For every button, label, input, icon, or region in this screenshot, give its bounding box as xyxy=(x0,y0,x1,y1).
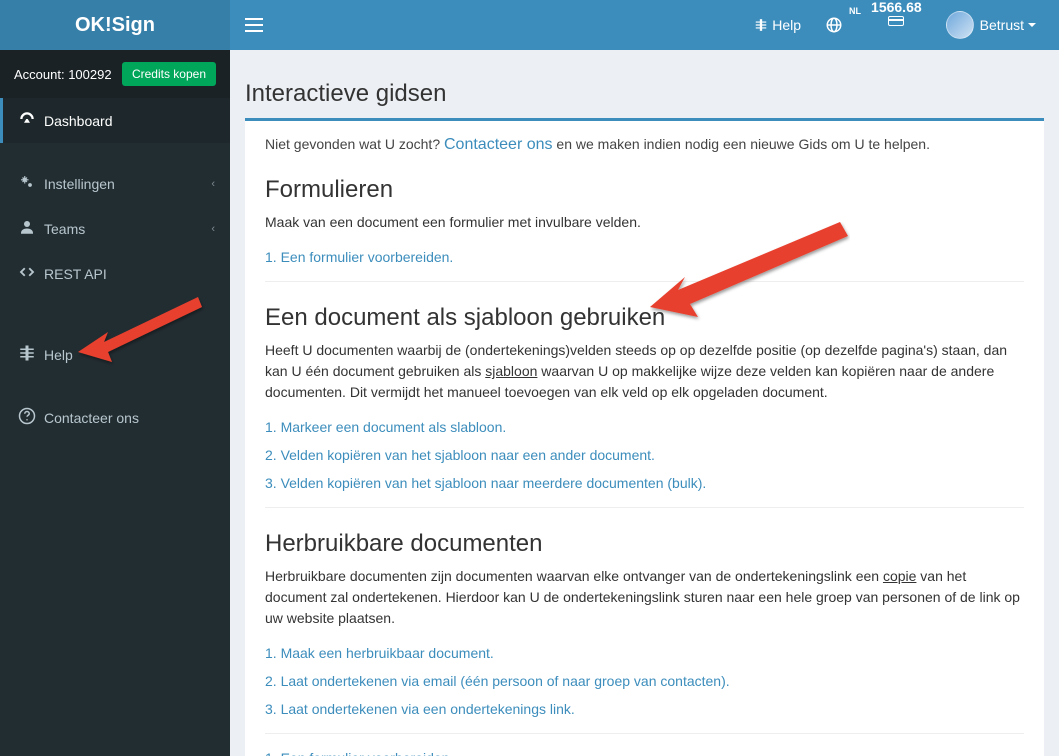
sidebar-item-label: Instellingen xyxy=(44,176,115,192)
sidebar-item-help[interactable]: Help xyxy=(0,332,230,377)
account-label: Account: 100292 xyxy=(14,67,112,82)
sidebar-item-label: REST API xyxy=(44,266,107,282)
copie-inline-link[interactable]: copie xyxy=(883,568,916,584)
credits-amount: 1566.68 xyxy=(871,0,922,14)
sidebar-item-dashboard[interactable]: Dashboard xyxy=(0,98,230,143)
contact-us-link[interactable]: Contacteer ons xyxy=(444,136,553,153)
link-velden-kopieren-ander[interactable]: 2. Velden kopiëren van het sjabloon naar… xyxy=(265,441,1024,469)
sidebar: Account: 100292 Credits kopen Dashboard … xyxy=(0,50,230,756)
divider xyxy=(265,733,1024,734)
help-icon xyxy=(754,18,768,32)
user-menu[interactable]: Betrust xyxy=(938,0,1044,50)
sidebar-item-label: Teams xyxy=(44,221,85,237)
sjabloon-inline-link[interactable]: sjabloon xyxy=(485,363,537,379)
sidebar-item-instellingen[interactable]: Instellingen ‹ xyxy=(0,161,230,206)
help-menu[interactable]: Help xyxy=(746,0,809,50)
language-switcher[interactable]: NL xyxy=(817,0,855,50)
account-row: Account: 100292 Credits kopen xyxy=(0,50,230,98)
sidebar-item-label: Dashboard xyxy=(44,113,113,129)
section-herbruikbaar-desc: Herbruikbare documenten zijn documenten … xyxy=(265,566,1024,629)
hamburger-button[interactable] xyxy=(230,0,278,50)
link-velden-kopieren-bulk[interactable]: 3. Velden kopiëren van het sjabloon naar… xyxy=(265,469,1024,497)
link-formulier-voorbereiden[interactable]: 1. Een formulier voorbereiden. xyxy=(265,243,1024,271)
divider xyxy=(265,507,1024,508)
link-formulier-voorbereiden-2[interactable]: 1. Een formulier voorbereiden. xyxy=(265,744,1024,756)
help-label: Help xyxy=(772,17,801,33)
sidebar-item-label: Contacteer ons xyxy=(44,410,139,426)
buy-credits-button[interactable]: Credits kopen xyxy=(122,62,216,86)
sidebar-item-contact[interactable]: Contacteer ons xyxy=(0,395,230,440)
nf-prefix: Niet gevonden wat U zocht? xyxy=(265,136,444,152)
credits-indicator[interactable]: 1566.68 xyxy=(863,0,930,50)
help-icon xyxy=(18,344,36,365)
nf-suffix: en we maken indien nodig een nieuwe Gids… xyxy=(553,136,930,152)
avatar xyxy=(946,11,974,39)
code-icon xyxy=(18,263,36,284)
section-herbruikbaar-title: Herbruikbare documenten xyxy=(265,530,1024,558)
sidebar-item-teams[interactable]: Teams ‹ xyxy=(0,206,230,251)
content-box: Niet gevonden wat U zocht? Contacteer on… xyxy=(245,118,1044,756)
section-formulieren-desc: Maak van een document een formulier met … xyxy=(265,212,1024,233)
username: Betrust xyxy=(980,17,1024,33)
nav-right: Help NL 1566.68 Betrust xyxy=(746,0,1059,50)
sidebar-item-restapi[interactable]: REST API xyxy=(0,251,230,296)
link-maak-herbruikbaar[interactable]: 1. Maak een herbruikbaar document. xyxy=(265,639,1024,667)
not-found-line: Niet gevonden wat U zocht? Contacteer on… xyxy=(265,136,1024,154)
gears-icon xyxy=(18,173,36,194)
top-header: OK!Sign Help NL 1566.68 Betrust xyxy=(0,0,1059,50)
link-ondertekenen-link[interactable]: 3. Laat ondertekenen via een ondertekeni… xyxy=(265,695,1024,723)
link-ondertekenen-email[interactable]: 2. Laat ondertekenen via email (één pers… xyxy=(265,667,1024,695)
sidebar-item-label: Help xyxy=(44,347,73,363)
hamburger-icon xyxy=(245,18,263,32)
divider xyxy=(265,281,1024,282)
dashboard-icon xyxy=(18,110,36,131)
section-sjabloon-desc: Heeft U documenten waarbij de (onderteke… xyxy=(265,340,1024,403)
chevron-left-icon: ‹ xyxy=(211,178,215,190)
main-content: Interactieve gidsen Niet gevonden wat U … xyxy=(230,50,1059,756)
section-sjabloon-title: Een document als sjabloon gebruiken xyxy=(265,304,1024,332)
card-icon xyxy=(888,16,904,26)
chevron-left-icon: ‹ xyxy=(211,223,215,235)
link-markeer-slabloon[interactable]: 1. Markeer een document als slabloon. xyxy=(265,413,1024,441)
logo[interactable]: OK!Sign xyxy=(0,0,230,50)
language-label: NL xyxy=(849,6,861,16)
globe-icon xyxy=(825,16,843,34)
section-formulieren-title: Formulieren xyxy=(265,176,1024,204)
caret-down-icon xyxy=(1028,23,1036,27)
user-icon xyxy=(18,218,36,239)
question-icon xyxy=(18,407,36,428)
page-title: Interactieve gidsen xyxy=(245,80,1044,108)
